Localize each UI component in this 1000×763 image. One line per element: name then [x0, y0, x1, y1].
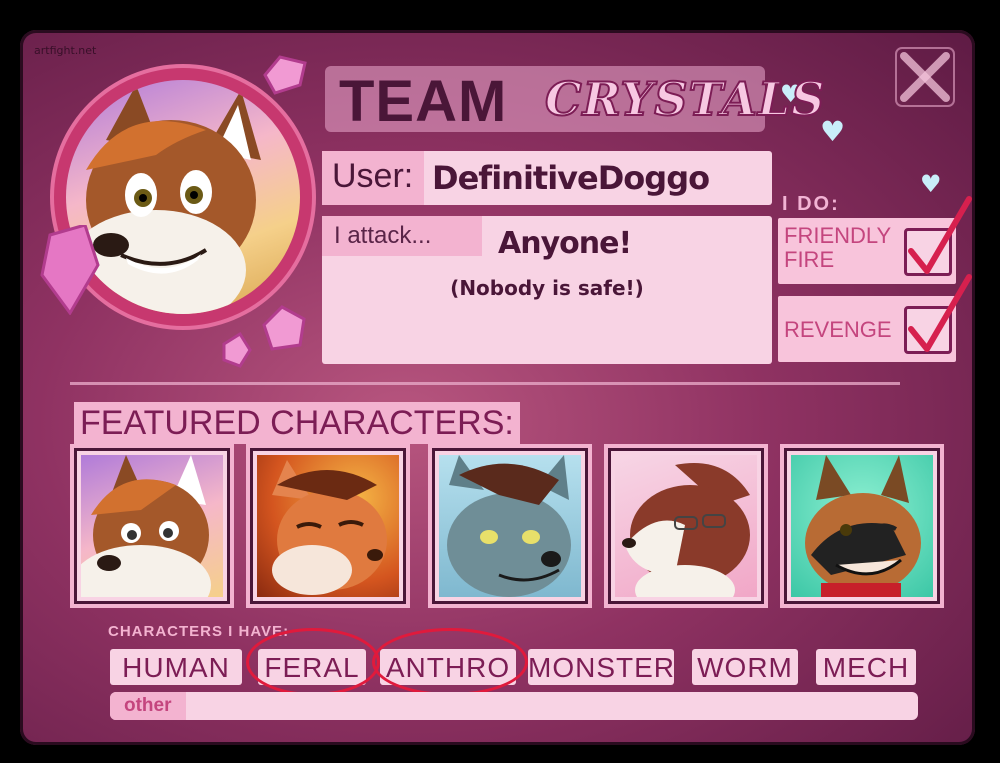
team-header: TEAM CRYSTALS	[325, 66, 825, 134]
grey-wolf-portrait-icon	[447, 455, 571, 597]
user-label: User:	[332, 157, 414, 195]
character-card[interactable]	[250, 448, 406, 604]
art-tools-icon	[895, 47, 955, 107]
attack-field: I attack... Anyone! (Nobody is safe!)	[322, 216, 772, 364]
divider	[70, 382, 900, 385]
option-label: FRIENDLY	[784, 223, 892, 248]
attack-value: Anyone!	[498, 226, 632, 261]
crystal-icon	[40, 225, 100, 315]
black-brown-shepherd-portrait-icon	[805, 455, 921, 597]
characters-i-have-label: CHARACTERS I HAVE:	[108, 623, 290, 640]
orange-fox-portrait-icon	[272, 460, 387, 595]
watermark: artfight.net	[34, 44, 97, 57]
feral-selection-circle	[246, 628, 380, 696]
friendly-fire-checkbox[interactable]	[904, 196, 972, 276]
other-label: other	[124, 695, 172, 716]
crystal-icon	[263, 55, 307, 95]
anthro-selection-circle	[372, 628, 528, 696]
fox-avatar-icon	[66, 85, 261, 314]
type-human[interactable]: HUMAN	[110, 649, 242, 685]
character-card[interactable]	[74, 448, 230, 604]
team-prefix: TEAM	[339, 69, 508, 134]
revenge-checkbox[interactable]	[904, 274, 972, 354]
featured-title: FEATURED CHARACTERS:	[74, 402, 520, 444]
team-name: CRYSTALS	[544, 71, 826, 127]
type-worm[interactable]: WORM	[692, 649, 798, 685]
team-card: artfight.net ♥ ♥ ♥ TEAM CRYSTALS User: D…	[20, 30, 975, 745]
crystal-icon	[262, 305, 306, 351]
option-label: FIRE	[784, 247, 835, 272]
checkmark-icon	[908, 274, 972, 352]
crystal-icon	[222, 332, 252, 368]
character-card[interactable]	[608, 448, 764, 604]
character-card[interactable]	[432, 448, 588, 604]
brown-white-fox-portrait-icon	[81, 455, 211, 597]
option-label: REVENGE	[784, 317, 892, 342]
attack-label: I attack...	[334, 222, 432, 249]
option-revenge[interactable]: REVENGE	[778, 274, 972, 362]
username[interactable]: DefinitiveDoggo	[432, 159, 710, 197]
type-monster[interactable]: MONSTER	[528, 649, 674, 685]
character-card[interactable]	[784, 448, 940, 604]
i-do-label: I DO:	[782, 193, 840, 215]
user-field: User: DefinitiveDoggo	[322, 151, 772, 205]
type-mech[interactable]: MECH	[816, 649, 916, 685]
checkmark-icon	[908, 196, 972, 274]
attack-note: (Nobody is safe!)	[450, 276, 644, 300]
red-white-dog-portrait-icon	[622, 463, 750, 597]
other-field[interactable]: other	[110, 692, 918, 720]
